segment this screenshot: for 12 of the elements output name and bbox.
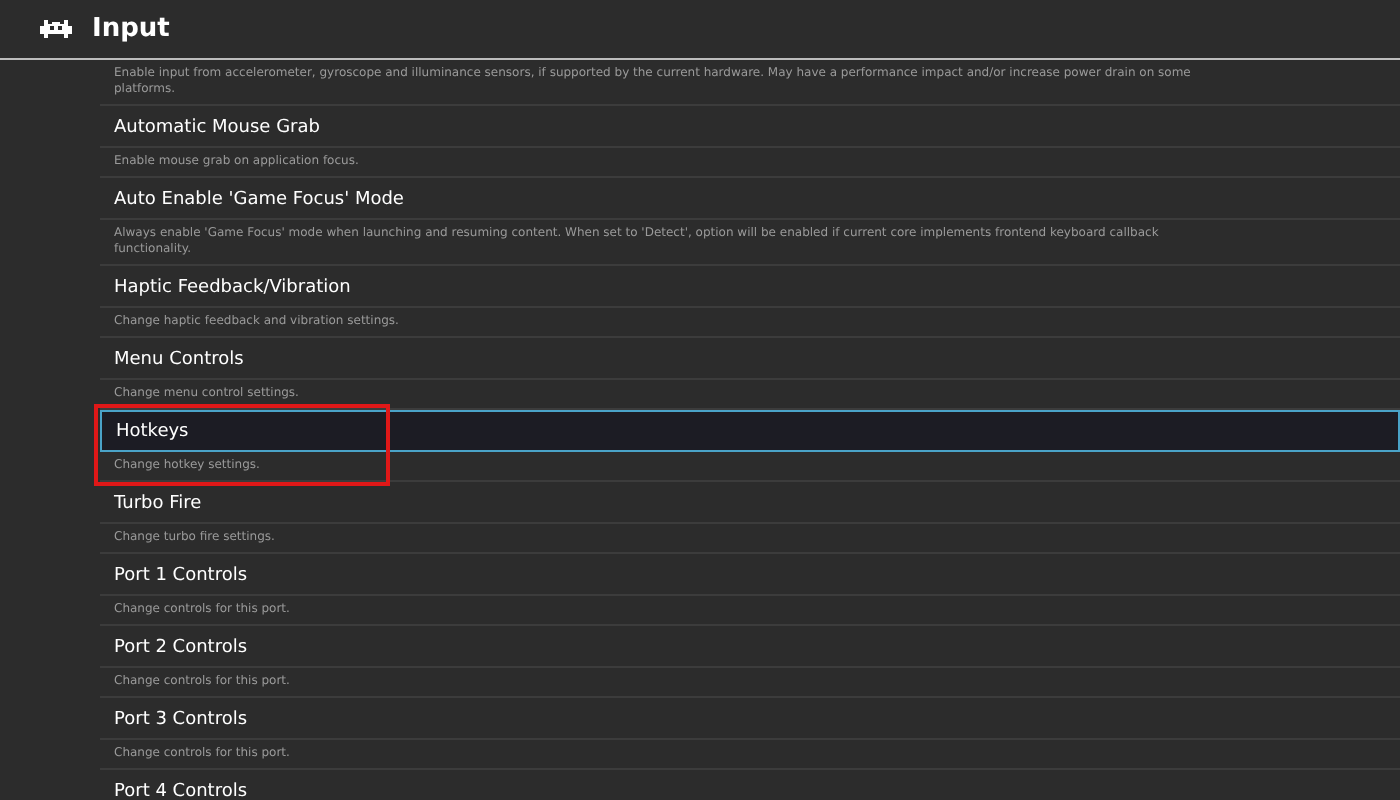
menu-item[interactable]: Auto Enable 'Game Focus' Mode bbox=[100, 178, 1400, 220]
page-title: Input bbox=[92, 14, 170, 44]
menu-item[interactable]: Menu Controls bbox=[100, 338, 1400, 380]
menu-item[interactable]: Hotkeys bbox=[100, 410, 1400, 452]
menu-item[interactable]: Port 2 Controls bbox=[100, 626, 1400, 668]
menu-item[interactable]: Automatic Mouse Grab bbox=[100, 106, 1400, 148]
invader-logo-icon bbox=[40, 19, 72, 39]
menu-item[interactable]: Turbo Fire bbox=[100, 482, 1400, 524]
menu-item[interactable]: Port 4 Controls bbox=[100, 770, 1400, 800]
menu-item[interactable]: Port 1 Controls bbox=[100, 554, 1400, 596]
menu-item[interactable]: Port 3 Controls bbox=[100, 698, 1400, 740]
menu-item[interactable]: Haptic Feedback/Vibration bbox=[100, 266, 1400, 308]
